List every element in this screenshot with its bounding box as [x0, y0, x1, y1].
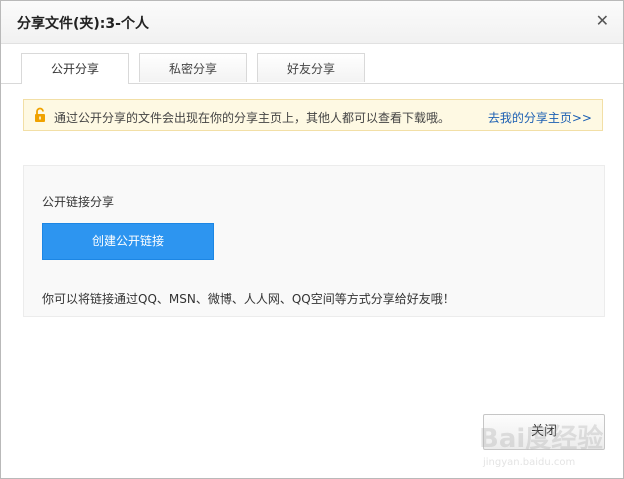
tab-private-share[interactable]: 私密分享: [139, 53, 247, 82]
close-button[interactable]: 关闭: [483, 414, 605, 450]
public-share-notice: 通过公开分享的文件会出现在你的分享主页上，其他人都可以查看下载哦。 去我的分享主…: [23, 99, 603, 131]
notice-text: 通过公开分享的文件会出现在你的分享主页上，其他人都可以查看下载哦。: [54, 111, 451, 125]
tab-public-share[interactable]: 公开分享: [21, 53, 129, 84]
tab-friend-share[interactable]: 好友分享: [257, 53, 365, 82]
watermark-url: jingyan.baidu.com: [482, 457, 575, 468]
my-share-homepage-link[interactable]: 去我的分享主页>>: [488, 109, 592, 126]
close-x-icon[interactable]: ✕: [596, 12, 609, 30]
create-public-link-button[interactable]: 创建公开链接: [42, 223, 214, 260]
share-dialog: 分享文件(夹):3-个人 ✕ 公开分享 私密分享 好友分享 通过公开分享的文件会…: [0, 0, 624, 479]
panel-title: 公开链接分享: [42, 195, 115, 209]
public-link-panel: 公开链接分享 创建公开链接 你可以将链接通过QQ、MSN、微博、人人网、QQ空间…: [23, 165, 605, 317]
share-tabs: 公开分享 私密分享 好友分享: [1, 53, 623, 84]
dialog-titlebar: 分享文件(夹):3-个人 ✕: [1, 1, 623, 44]
unlock-icon: [32, 107, 48, 123]
panel-description: 你可以将链接通过QQ、MSN、微博、人人网、QQ空间等方式分享给好友哦！: [42, 292, 455, 306]
dialog-title: 分享文件(夹):3-个人: [17, 16, 149, 32]
